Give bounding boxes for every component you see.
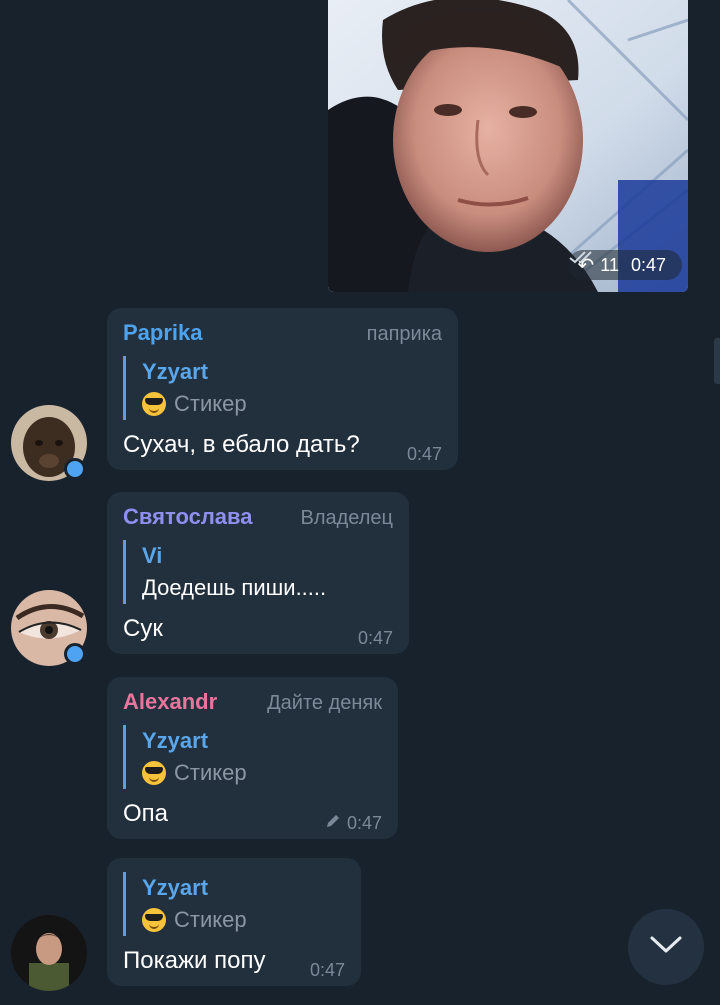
chevron-down-icon bbox=[649, 935, 683, 960]
photo-image bbox=[328, 0, 688, 292]
message-time: 0:47 bbox=[346, 813, 382, 833]
message-text: Опа bbox=[123, 800, 169, 827]
pencil-icon bbox=[325, 813, 341, 833]
photo-meta-badge[interactable]: ↶ 11 0:47 bbox=[567, 250, 682, 280]
message-text: Покажи попу bbox=[123, 947, 266, 974]
quote-author: Yzyart bbox=[142, 875, 209, 900]
sunglasses-emoji-icon bbox=[142, 761, 166, 785]
scroll-down-button[interactable] bbox=[628, 909, 704, 985]
sunglasses-emoji-icon bbox=[142, 392, 166, 416]
message-bubble[interactable]: Paprika паприка Yzyart Стикер Сухач, в е… bbox=[107, 308, 458, 470]
author-role: паприка bbox=[366, 323, 442, 345]
reply-quote[interactable]: Yzyart Стикер bbox=[123, 356, 442, 420]
message-time: 0:47 bbox=[309, 960, 345, 980]
quote-text: Доедешь пиши..... bbox=[142, 575, 327, 600]
quote-text: Стикер bbox=[174, 760, 247, 785]
author-name[interactable]: Святослава bbox=[123, 504, 253, 530]
quote-author: Yzyart bbox=[142, 728, 209, 753]
reply-quote[interactable]: Yzyart Стикер bbox=[123, 725, 382, 789]
author-role: Дайте деняк bbox=[267, 692, 382, 714]
quote-author: Vi bbox=[142, 543, 163, 568]
message-time: 0:47 bbox=[357, 628, 393, 648]
author-role: Владелец bbox=[300, 507, 393, 529]
message-text: Сук bbox=[123, 615, 163, 642]
avatar[interactable] bbox=[11, 915, 87, 991]
quote-author: Yzyart bbox=[142, 359, 209, 384]
message-bubble[interactable]: Святослава Владелец Vi Доедешь пиши.....… bbox=[107, 492, 409, 654]
reply-quote[interactable]: Yzyart Стикер bbox=[123, 872, 345, 936]
message-bubble[interactable]: Alexandr Дайте деняк Yzyart Стикер Опа 0… bbox=[107, 677, 398, 839]
sunglasses-emoji-icon bbox=[142, 908, 166, 932]
message-time: 0:47 bbox=[630, 254, 666, 275]
quote-text: Стикер bbox=[174, 391, 247, 416]
reply-count: 11 bbox=[600, 254, 619, 275]
side-edge-handle[interactable] bbox=[714, 338, 720, 384]
quote-text: Стикер bbox=[174, 907, 247, 932]
online-status-dot bbox=[64, 458, 86, 480]
message-bubble[interactable]: Yzyart Стикер Покажи попу 0:47 bbox=[107, 858, 361, 986]
reply-quote[interactable]: Vi Доедешь пиши..... bbox=[123, 540, 393, 604]
author-name[interactable]: Alexandr bbox=[123, 689, 217, 715]
photo-message[interactable]: ↶ 11 0:47 bbox=[328, 0, 688, 292]
message-time: 0:47 bbox=[406, 444, 442, 464]
message-text: Сухач, в ебало дать? bbox=[123, 431, 360, 458]
author-name[interactable]: Paprika bbox=[123, 320, 203, 346]
online-status-dot bbox=[64, 643, 86, 665]
